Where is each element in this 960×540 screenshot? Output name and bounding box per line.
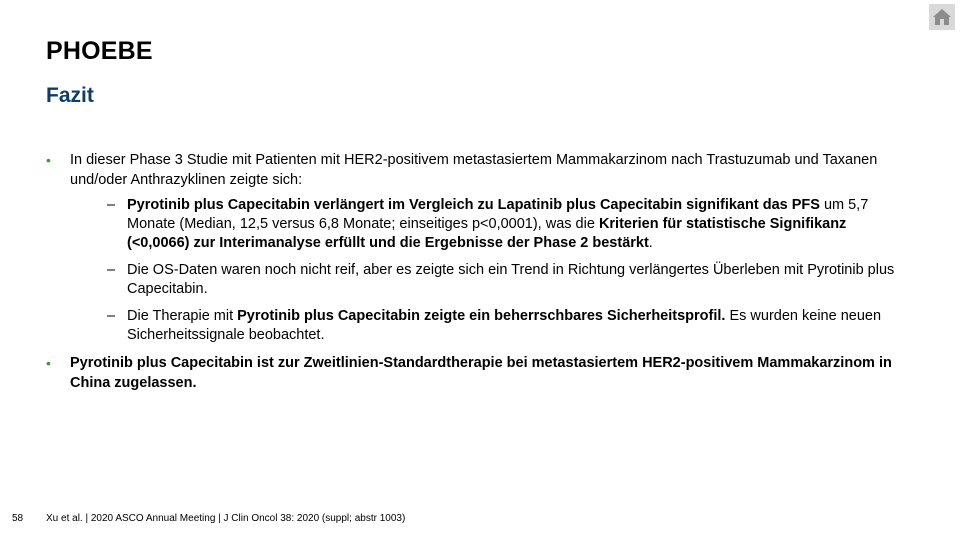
sub-bullet-bold-text: Pyrotinib plus Capecitabin zeigte ein be… (237, 308, 726, 324)
sub-bullet-item: – Die OS-Daten waren noch nicht reif, ab… (70, 261, 906, 299)
sub-bullet-item: – Pyrotinib plus Capecitabin verlängert … (70, 196, 906, 253)
citation: Xu et al. | 2020 ASCO Annual Meeting | J… (46, 513, 406, 524)
bullet-bold-text: Pyrotinib plus Capecitabin ist zur Zweit… (70, 355, 892, 391)
slide-content: • In dieser Phase 3 Studie mit Patienten… (46, 150, 906, 399)
sub-bullet-bold-text: Pyrotinib plus Capecitabin verlängert im… (127, 197, 820, 213)
sub-bullet-text: Die Therapie mit (127, 308, 238, 324)
bullet-item: • In dieser Phase 3 Studie mit Patienten… (46, 150, 906, 345)
sub-bullet-marker: – (107, 308, 116, 324)
sub-bullet-marker: – (107, 197, 116, 213)
bullet-item: • Pyrotinib plus Capecitabin ist zur Zwe… (46, 353, 906, 393)
bullet-marker: • (46, 152, 51, 168)
bullet-marker: • (46, 355, 51, 371)
home-button[interactable] (929, 4, 955, 30)
bullet-text: In dieser Phase 3 Studie mit Patienten m… (70, 152, 878, 188)
page-number: 58 (12, 513, 24, 524)
sub-bullet-marker: – (107, 262, 116, 278)
home-icon (933, 9, 951, 25)
page-title: PHOEBE (46, 37, 153, 65)
sub-bullet-text: . (648, 235, 653, 251)
sub-bullet-item: – Die Therapie mit Pyrotinib plus Capeci… (70, 307, 906, 345)
sub-bullet-text: Die OS-Daten waren noch nicht reif, aber… (127, 262, 895, 297)
page-subtitle: Fazit (46, 84, 94, 107)
